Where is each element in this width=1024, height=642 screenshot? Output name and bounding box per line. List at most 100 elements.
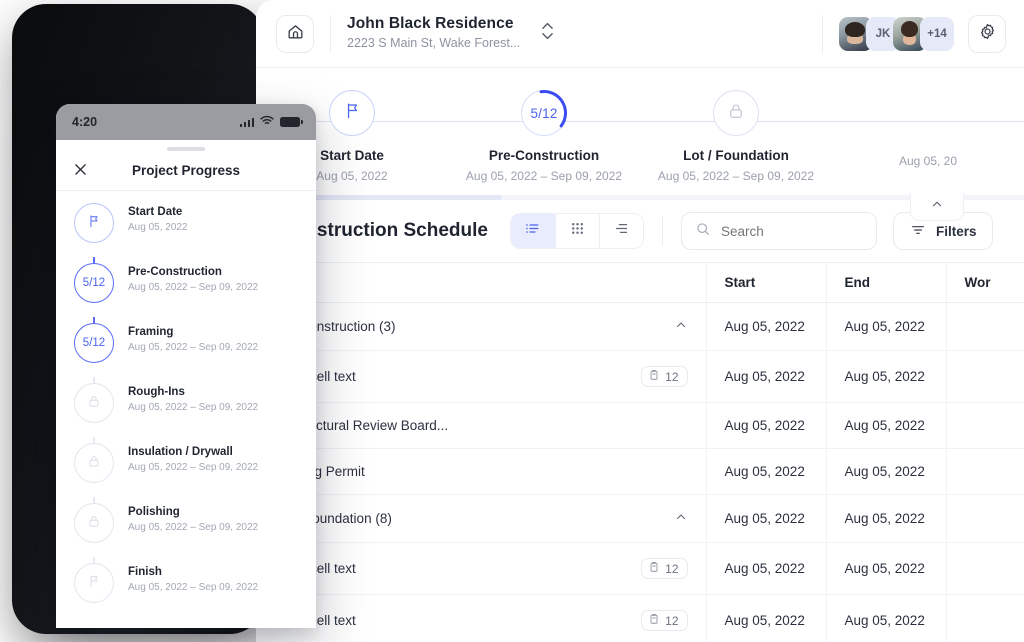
timeline-dates: Aug 05, 2022 – Sep 09, 2022 (128, 582, 259, 593)
stepper-step-next[interactable]: Aug 05, 20 (832, 90, 1024, 168)
cell-work (945, 350, 1024, 403)
cell-work (945, 302, 1024, 351)
cell-work (945, 494, 1024, 543)
table-group-row[interactable]: Lot / Foundation (8) Aug 05, 2022 Aug 05, … (256, 494, 1024, 543)
task-count-label: 12 (665, 613, 679, 628)
chevron-up-icon[interactable] (674, 318, 688, 335)
cell-start: Aug 05, 2022 (705, 302, 826, 351)
chevron-up-icon[interactable] (674, 510, 688, 527)
search-icon (695, 221, 711, 242)
project-title: John Black Residence (347, 15, 514, 33)
filter-icon (910, 222, 926, 241)
cell-phase: Table cell text 12 (256, 350, 706, 403)
timeline-text: Start Date Aug 05, 2022 (114, 203, 188, 233)
search-input[interactable] (720, 223, 863, 239)
cell-start: Aug 05, 2022 (705, 494, 826, 543)
cell-phase: Table cell text 12 (256, 542, 706, 595)
timeline-text: Framing Aug 05, 2022 – Sep 09, 2022 (114, 323, 258, 353)
home-icon (286, 22, 305, 46)
project-switcher-button[interactable] (536, 17, 558, 51)
timeline-count: 5/12 (82, 337, 106, 349)
table-group-row[interactable]: Pre-Construction (3) Aug 05, 2022 Aug 05, … (256, 302, 1024, 351)
timeline-node (74, 383, 114, 423)
cell-phase: Building Permit (256, 448, 706, 495)
timeline-text: Rough-Ins Aug 05, 2022 – Sep 09, 2022 (114, 383, 258, 413)
settings-button[interactable] (968, 14, 1006, 53)
timeline-node: 5/12 (74, 263, 114, 303)
clipboard-icon (648, 561, 660, 576)
cell-phase: Architectural Review Board... (256, 402, 706, 449)
sheet-header: Project Progress (56, 151, 316, 191)
stepper-step-lot-foundation[interactable]: Lot / Foundation Aug 05, 2022 – Sep 09, … (640, 90, 832, 183)
wifi-icon (260, 115, 274, 129)
task-count-label: 12 (665, 369, 679, 384)
timeline-node: 5/12 (74, 323, 114, 363)
timeline-dates: Aug 05, 2022 – Sep 09, 2022 (128, 342, 259, 353)
table-row[interactable]: Table cell text 12 Aug 05, 2022Aug 05, 202… (256, 350, 1024, 403)
sheet-title: Project Progress (131, 163, 241, 178)
sheet-handle-wrap (56, 140, 316, 151)
clipboard-icon (648, 613, 660, 628)
table-row[interactable]: Table cell text 12 Aug 05, 2022Aug 05, 202… (256, 542, 1024, 595)
table-header-row: Phase Start End Wor (256, 262, 1024, 303)
table-row[interactable]: Table cell text 12 Aug 05, 2022Aug 05, 202… (256, 594, 1024, 642)
timeline-name: Start Date (128, 206, 183, 218)
app-window: John Black Residence 2223 S Main St, Wak… (256, 0, 1024, 642)
mobile-timeline: Start Date Aug 05, 2022 5/12 Pre-Constructi… (56, 191, 316, 628)
timeline-name: Finish (128, 566, 162, 578)
view-toggle-grid[interactable] (554, 214, 599, 248)
column-header-phase[interactable]: Phase (256, 262, 706, 303)
avatar-group[interactable]: JK +14 (839, 16, 954, 51)
home-button[interactable] (276, 14, 314, 53)
timeline-item[interactable]: Polishing Aug 05, 2022 – Sep 09, 2022 (56, 503, 316, 583)
task-count-badge[interactable]: 12 (641, 610, 688, 631)
stepper-label: Start Date (320, 148, 384, 163)
timeline-item[interactable]: Finish Aug 05, 2022 – Sep 09, 2022 (56, 563, 316, 623)
cell-work (945, 402, 1024, 449)
timeline-dates: Aug 05, 2022 – Sep 09, 2022 (128, 462, 259, 473)
timeline-node (74, 563, 114, 603)
phase-label: Architectural Review Board... (274, 418, 449, 433)
timeline-dates: Aug 05, 2022 – Sep 09, 2022 (128, 522, 259, 533)
grid-icon (569, 220, 586, 242)
phase-label: Table cell text (274, 561, 356, 576)
table-body: Pre-Construction (3) Aug 05, 2022 Aug 05, … (256, 302, 1024, 642)
view-toggle-gantt[interactable] (598, 214, 643, 248)
collapse-stepper-button[interactable] (910, 193, 964, 221)
battery-icon (280, 117, 303, 127)
timeline-name: Framing (128, 326, 174, 338)
table-row[interactable]: Building Permit Aug 05, 2022 Aug 05, 2022 (256, 448, 1024, 495)
timeline-circle (74, 563, 114, 603)
lock-icon (86, 513, 102, 534)
search-box[interactable] (680, 212, 877, 250)
close-icon (72, 163, 89, 182)
stepper-circle (713, 90, 759, 136)
chevron-up-icon (930, 197, 944, 216)
schedule-toolbar: Construction Schedule Search Filters (256, 200, 1024, 262)
timeline-item[interactable]: 5/12 Pre-Construction Aug 05, 2022 – Sep 0… (56, 263, 316, 343)
task-count-label: 12 (665, 561, 679, 576)
lock-icon (86, 393, 102, 414)
timeline-item[interactable]: 5/12 Framing Aug 05, 2022 – Sep 09, 2022 (56, 323, 316, 403)
screenshot-root: John Black Residence 2223 S Main St, Wak… (0, 0, 1024, 642)
timeline-item[interactable]: Insulation / Drywall Aug 05, 2022 – Sep 0… (56, 443, 316, 523)
timeline-node (74, 503, 114, 543)
project-info[interactable]: John Black Residence 2223 S Main St, Wak… (347, 14, 520, 52)
close-button[interactable] (72, 161, 92, 181)
stepper-step-pre-construction[interactable]: 5/12 Pre-Construction Aug 05, 2022 – Sep… (448, 89, 640, 183)
column-header-end[interactable]: End (825, 262, 946, 303)
task-count-badge[interactable]: 12 (641, 366, 688, 387)
timeline-count: 5/12 (82, 277, 106, 289)
cell-end: Aug 05, 2022 (825, 448, 946, 495)
table-row[interactable]: Architectural Review Board... Aug 05, 202… (256, 402, 1024, 449)
cell-phase: Table cell text 12 (256, 594, 706, 642)
view-toggle-list[interactable] (510, 214, 555, 248)
timeline-circle (74, 203, 114, 243)
task-count-badge[interactable]: 12 (641, 558, 688, 579)
stepper-circle (329, 90, 375, 136)
timeline-item[interactable]: Rough-Ins Aug 05, 2022 – Sep 09, 2022 (56, 383, 316, 463)
column-header-work[interactable]: Wor (945, 262, 1024, 303)
avatar-overflow-count[interactable]: +14 (920, 16, 954, 51)
column-header-start[interactable]: Start (705, 262, 826, 303)
timeline-item[interactable]: Start Date Aug 05, 2022 (56, 203, 316, 283)
